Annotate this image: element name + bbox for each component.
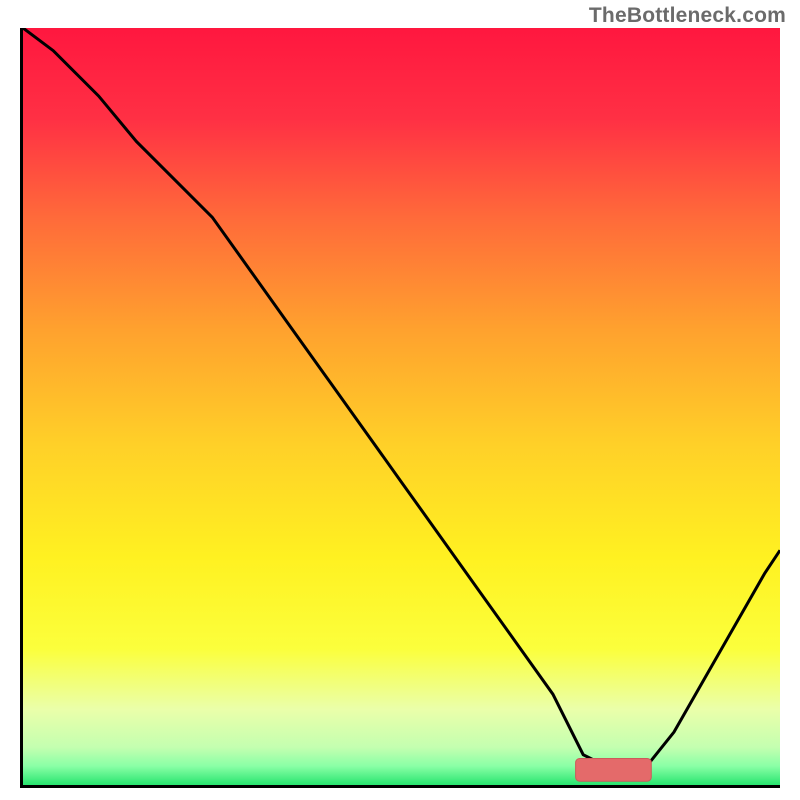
background-gradient <box>23 28 780 785</box>
plot-area <box>20 28 780 788</box>
watermark-text: TheBottleneck.com <box>589 4 786 28</box>
chart-stage: TheBottleneck.com <box>0 0 800 800</box>
